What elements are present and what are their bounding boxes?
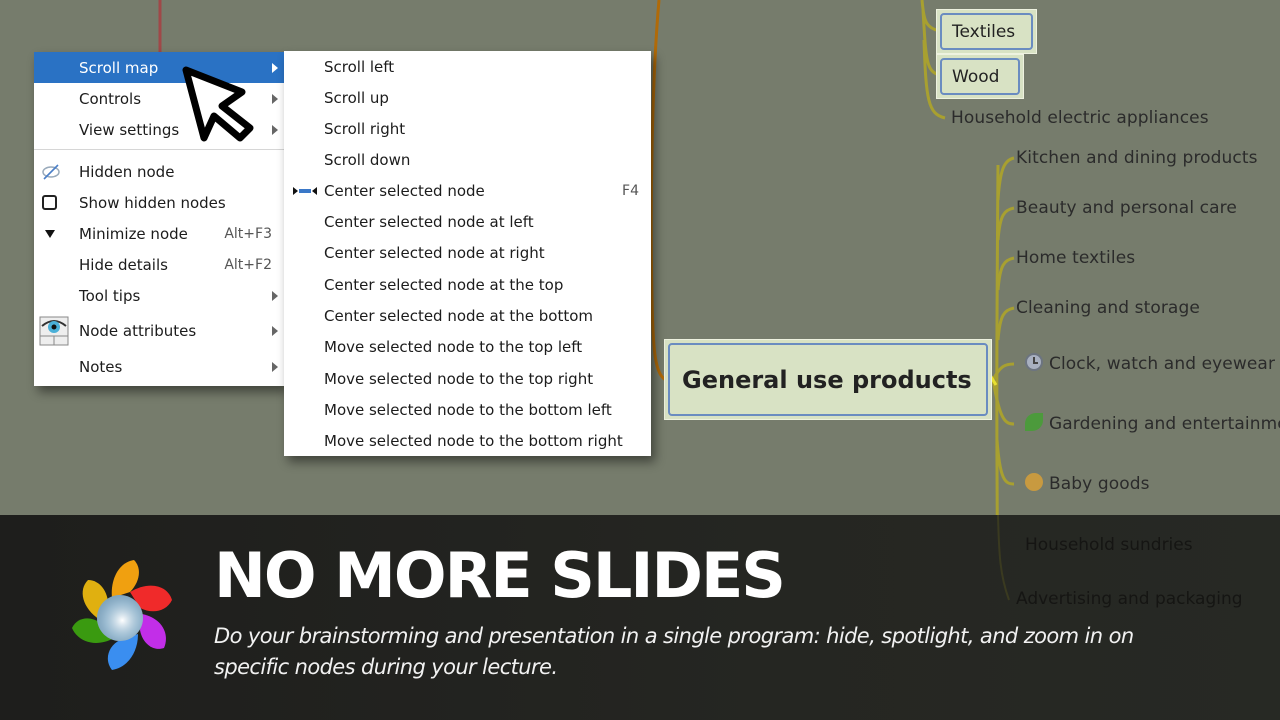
menu-item-minimize-node[interactable]: Minimize node Alt+F3 xyxy=(34,218,284,249)
node-central[interactable]: General use products xyxy=(664,339,992,420)
submenu-item-center-top[interactable]: Center selected node at the top xyxy=(284,269,651,300)
submenu-item-move-top-left[interactable]: Move selected node to the top left xyxy=(284,331,651,362)
menu-item-label: Center selected node at left xyxy=(324,212,534,231)
menu-item-label: Hidden node xyxy=(79,162,175,181)
menu-item-label: Center selected node xyxy=(324,181,485,200)
clock-icon xyxy=(1025,353,1043,371)
submenu-item-scroll-right[interactable]: Scroll right xyxy=(284,113,651,144)
central-node-label: General use products xyxy=(668,343,988,416)
branch-orange xyxy=(649,0,667,382)
submenu-item-scroll-up[interactable]: Scroll up xyxy=(284,82,651,113)
menu-item-label: Node attributes xyxy=(79,322,197,340)
node-child-gardening[interactable]: Gardening and entertainment xyxy=(1025,413,1280,434)
node-child[interactable]: Beauty and personal care xyxy=(1016,198,1237,218)
node-child-baby[interactable]: Baby goods xyxy=(1025,473,1150,494)
node-label: Wood xyxy=(940,58,1020,95)
node-child[interactable]: Cleaning and storage xyxy=(1016,298,1200,318)
menu-item-label: Move selected node to the bottom right xyxy=(324,431,623,450)
submenu-item-scroll-down[interactable]: Scroll down xyxy=(284,144,651,175)
submenu-item-center-bottom[interactable]: Center selected node at the bottom xyxy=(284,300,651,331)
submenu-item-center-selected-node[interactable]: Center selected node F4 xyxy=(284,175,651,206)
eye-table-icon xyxy=(39,316,69,346)
node-label: Gardening and entertainment xyxy=(1049,414,1280,434)
submenu-item-scroll-left[interactable]: Scroll left xyxy=(284,51,651,82)
submenu-arrow-icon xyxy=(272,93,278,104)
menu-item-label: Scroll map xyxy=(79,58,159,77)
hidden-eye-icon xyxy=(42,163,60,180)
app-logo-icon xyxy=(72,560,172,670)
shortcut-label: Alt+F2 xyxy=(224,256,272,273)
node-household-appliances[interactable]: Household electric appliances xyxy=(951,108,1209,128)
banner-title: NO MORE SLIDES xyxy=(214,539,786,612)
submenu-arrow-icon xyxy=(272,124,278,135)
center-node-icon xyxy=(293,186,317,195)
menu-item-label: Scroll down xyxy=(324,150,411,169)
checkbox-icon[interactable] xyxy=(42,195,57,210)
menu-item-hide-details[interactable]: Hide details Alt+F2 xyxy=(34,249,284,280)
menu-item-label: Center selected node at right xyxy=(324,243,545,262)
mouse-pointer-icon xyxy=(182,66,254,142)
menu-item-label: Move selected node to the top right xyxy=(324,369,594,388)
menu-item-show-hidden-nodes[interactable]: Show hidden nodes xyxy=(34,187,284,218)
menu-separator xyxy=(34,149,284,150)
scroll-map-submenu: Scroll left Scroll up Scroll right Scrol… xyxy=(284,51,651,456)
promo-banner: Household sundries Advertising and packa… xyxy=(0,515,1280,720)
submenu-arrow-icon xyxy=(272,62,278,73)
node-wood[interactable]: Wood xyxy=(936,54,1024,99)
baby-icon xyxy=(1025,473,1043,491)
faded-branch-line xyxy=(997,515,1010,601)
menu-item-label: Notes xyxy=(79,357,123,376)
node-child[interactable]: Home textiles xyxy=(1016,248,1135,268)
submenu-arrow-icon xyxy=(272,361,278,372)
node-child[interactable]: Kitchen and dining products xyxy=(1016,148,1258,168)
banner-description: Do your brainstorming and presentation i… xyxy=(214,624,1134,679)
submenu-arrow-icon xyxy=(272,290,278,301)
menu-item-label: Minimize node xyxy=(79,224,188,243)
shortcut-label: F4 xyxy=(622,182,639,199)
menu-item-label: Scroll up xyxy=(324,88,389,107)
menu-item-label: Move selected node to the bottom left xyxy=(324,400,612,419)
node-textiles[interactable]: Textiles xyxy=(936,9,1037,54)
menu-item-notes[interactable]: Notes xyxy=(34,351,284,382)
node-child-faded: Household sundries xyxy=(1025,535,1193,555)
menu-item-hidden-node[interactable]: Hidden node xyxy=(34,156,284,187)
menu-item-label: View settings xyxy=(79,120,180,139)
node-label: Textiles xyxy=(940,13,1033,50)
menu-item-label: Hide details xyxy=(79,255,168,274)
menu-item-label: Move selected node to the top left xyxy=(324,337,583,356)
node-label: Clock, watch and eyewear xyxy=(1049,354,1276,374)
submenu-item-move-bottom-right[interactable]: Move selected node to the bottom right xyxy=(284,425,651,456)
submenu-item-center-right[interactable]: Center selected node at right xyxy=(284,237,651,268)
menu-item-label: Scroll left xyxy=(324,57,395,76)
submenu-arrow-icon xyxy=(272,326,278,336)
node-child-clock[interactable]: Clock, watch and eyewear xyxy=(1025,353,1275,374)
node-child-faded: Advertising and packaging xyxy=(1016,589,1243,609)
menu-item-label: Center selected node at the bottom xyxy=(324,306,594,325)
menu-item-node-attributes[interactable]: Node attributes xyxy=(34,314,284,348)
node-label: Baby goods xyxy=(1049,474,1150,494)
triangle-down-icon xyxy=(45,229,55,238)
shortcut-label: Alt+F3 xyxy=(224,225,272,242)
menu-item-label: Tool tips xyxy=(79,286,141,305)
submenu-item-move-bottom-left[interactable]: Move selected node to the bottom left xyxy=(284,394,651,425)
menu-item-label: Center selected node at the top xyxy=(324,275,564,294)
submenu-item-center-left[interactable]: Center selected node at left xyxy=(284,206,651,237)
menu-item-label: Controls xyxy=(79,89,142,108)
menu-item-label: Scroll right xyxy=(324,119,406,138)
submenu-item-move-top-right[interactable]: Move selected node to the top right xyxy=(284,363,651,394)
menu-item-tool-tips[interactable]: Tool tips xyxy=(34,280,284,311)
leaf-icon xyxy=(1025,413,1043,431)
menu-item-label: Show hidden nodes xyxy=(79,193,226,212)
